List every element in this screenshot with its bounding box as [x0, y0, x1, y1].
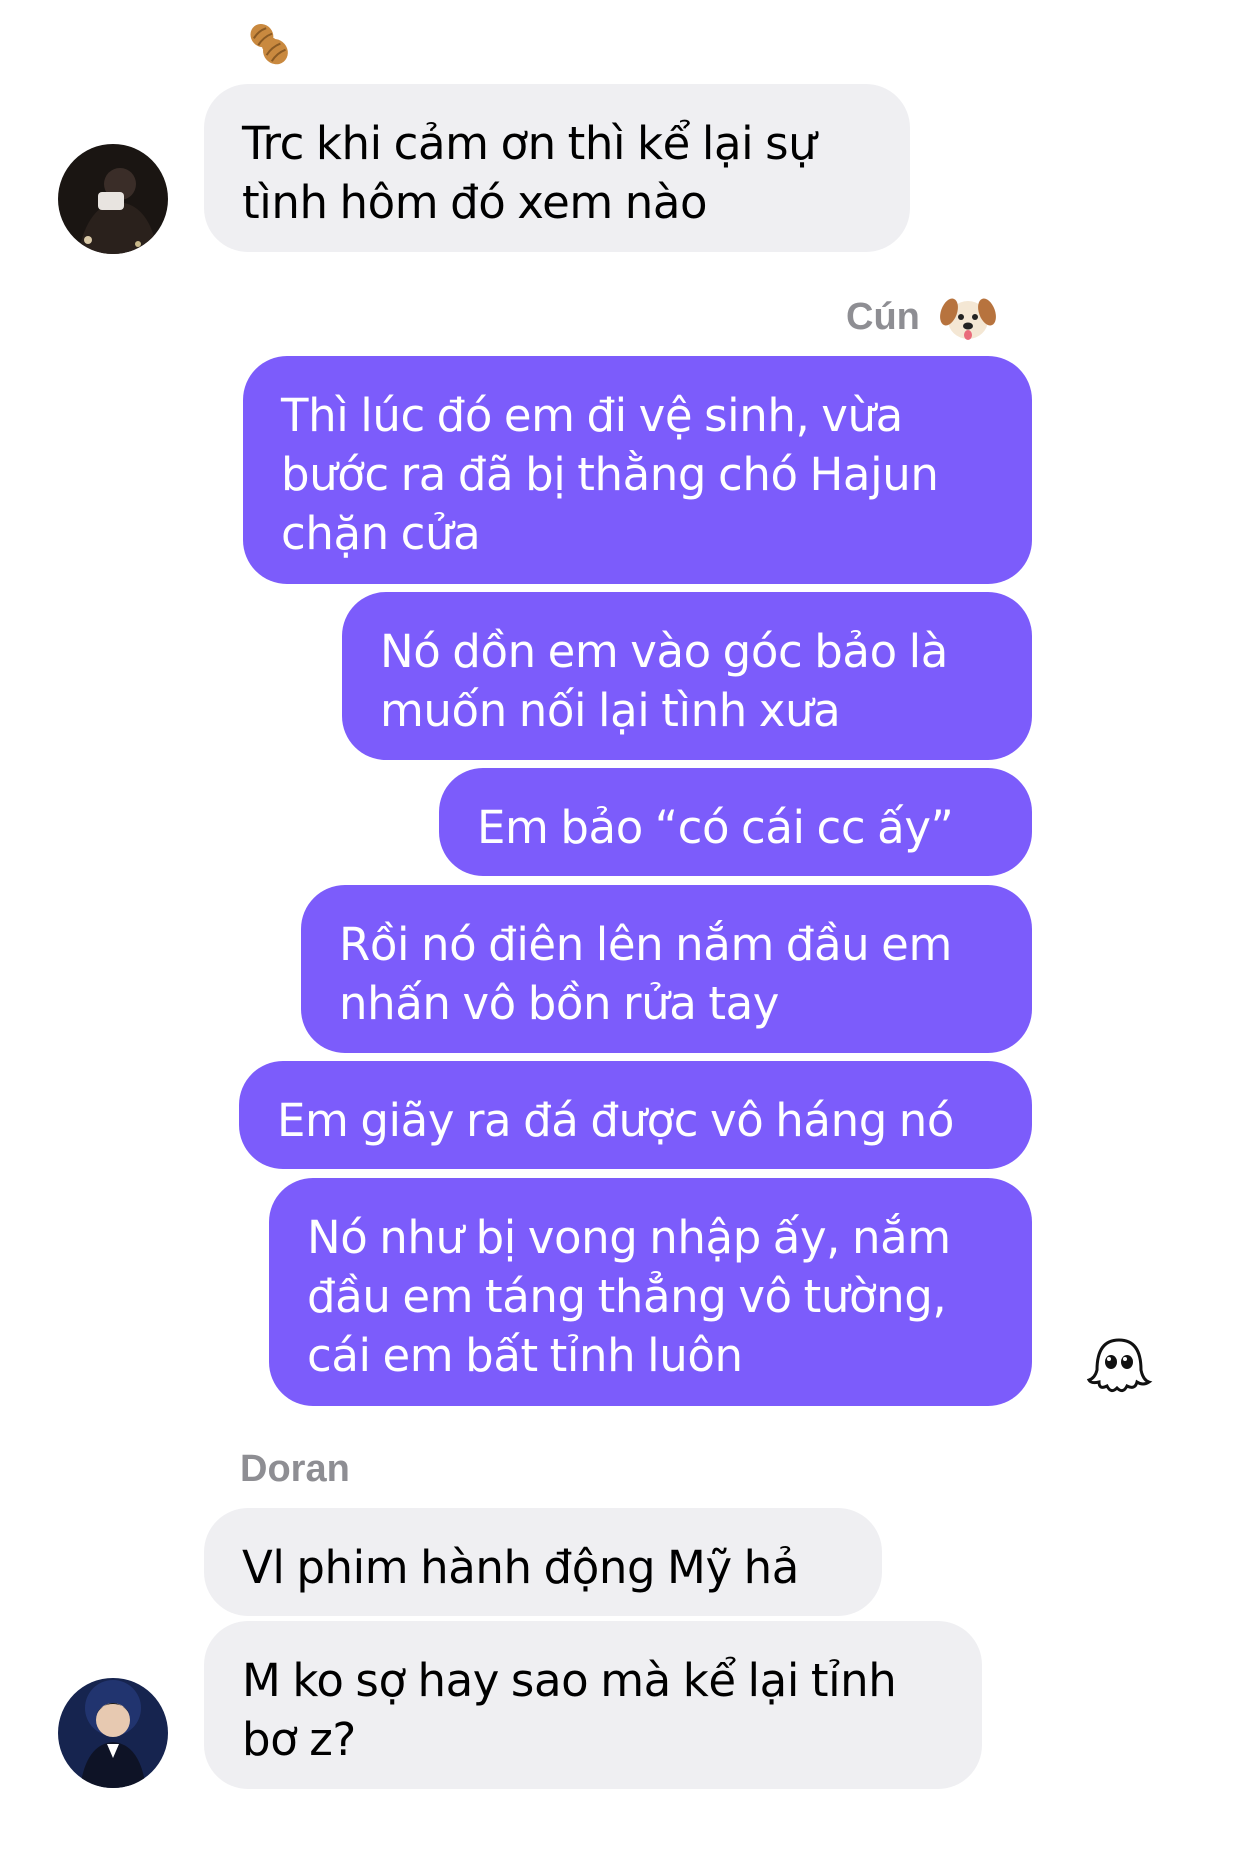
- outgoing-message-bubble[interactable]: Nó dồn em vào góc bảo là muốn nối lại tì…: [342, 592, 1032, 760]
- avatar[interactable]: [58, 144, 168, 254]
- avatar[interactable]: [58, 1678, 168, 1788]
- sender-label: Cún: [846, 296, 920, 338]
- outgoing-message-bubble[interactable]: Rồi nó điên lên nắm đầu em nhấn vô bồn r…: [301, 885, 1032, 1053]
- outgoing-message-bubble[interactable]: Thì lúc đó em đi vệ sinh, vừa bước ra đã…: [243, 356, 1032, 584]
- sender-label: Doran: [240, 1448, 350, 1490]
- ghost-sticker-icon: [1083, 1330, 1155, 1402]
- peanut-icon: [243, 18, 295, 70]
- outgoing-message-bubble[interactable]: Em bảo “có cái cc ấy”: [439, 768, 1032, 876]
- outgoing-message-bubble[interactable]: Nó như bị vong nhập ấy, nắm đầu em táng …: [269, 1178, 1032, 1406]
- incoming-message-bubble[interactable]: Trc khi cảm ơn thì kể lại sự tình hôm đó…: [204, 84, 910, 252]
- dog-face-icon: [940, 292, 996, 344]
- incoming-message-bubble[interactable]: M ko sợ hay sao mà kể lại tỉnh bơ z?: [204, 1621, 982, 1789]
- outgoing-message-bubble[interactable]: Em giãy ra đá được vô háng nó: [239, 1061, 1032, 1169]
- incoming-message-bubble[interactable]: Vl phim hành động Mỹ hả: [204, 1508, 882, 1616]
